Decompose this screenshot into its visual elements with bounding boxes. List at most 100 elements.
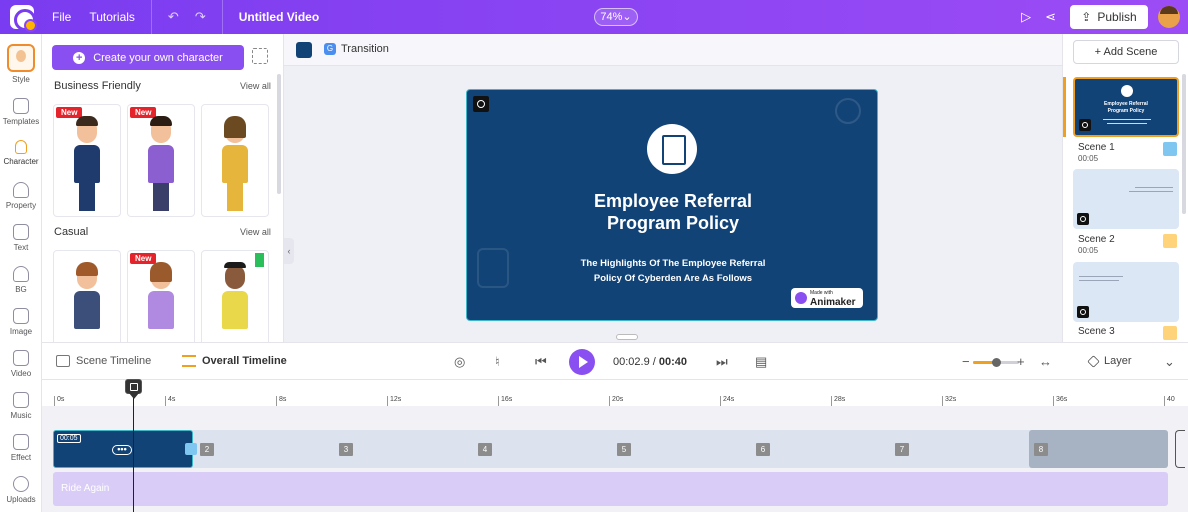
scene-number[interactable]: 7: [895, 443, 909, 456]
scene-timeline-icon: [56, 355, 70, 367]
scene-name[interactable]: Scene 2: [1078, 234, 1115, 245]
character-card[interactable]: New: [53, 104, 121, 217]
transition-marker[interactable]: [185, 443, 197, 455]
timeline-zoom-slider[interactable]: [973, 358, 1019, 367]
camera-icon: [1079, 119, 1091, 131]
preview-play-icon[interactable]: ▷: [1021, 9, 1031, 25]
more-options-icon[interactable]: •••: [112, 445, 132, 455]
image-icon: [13, 308, 29, 324]
time-display: 00:02.9 / 00:40: [613, 356, 687, 368]
user-avatar[interactable]: [1158, 6, 1180, 28]
fit-width-icon[interactable]: ↔: [1039, 354, 1052, 369]
camera-record-icon[interactable]: ◎: [454, 354, 465, 370]
scene-number[interactable]: 4: [478, 443, 492, 456]
zoom-knob[interactable]: [992, 358, 1001, 367]
timeline-ruler[interactable]: 0s 4s 8s 12s 16s 20s 24s 28s 32s 36s 40: [42, 380, 1188, 406]
scene-number[interactable]: 3: [339, 443, 353, 456]
skip-forward-icon[interactable]: ⏭: [716, 354, 728, 370]
transition-icon: G: [324, 43, 336, 55]
transition-button[interactable]: G Transition: [324, 43, 389, 55]
rail-item-property[interactable]: Property: [0, 182, 42, 210]
redo-icon[interactable]: ↷: [195, 9, 206, 25]
scenes-scrollbar[interactable]: [1182, 74, 1186, 214]
play-button[interactable]: [569, 349, 595, 375]
tutorials-menu[interactable]: Tutorials: [89, 10, 135, 24]
rail-item-style[interactable]: Style: [0, 44, 42, 84]
scene-8-block[interactable]: [1029, 430, 1168, 468]
rail-item-video[interactable]: Video: [0, 350, 42, 378]
project-title[interactable]: Untitled Video: [239, 10, 319, 24]
rail-label: Effect: [10, 453, 32, 462]
scene-stage[interactable]: Employee Referral Program Policy The Hig…: [466, 89, 878, 321]
rail-item-music[interactable]: Music: [0, 392, 42, 420]
publish-button[interactable]: ⇪ Publish: [1070, 5, 1148, 29]
collapse-panel-button[interactable]: ‹: [284, 238, 294, 264]
character-card[interactable]: [201, 250, 269, 342]
scene-transition-icon[interactable]: [1163, 326, 1177, 340]
panel-scrollbar[interactable]: [277, 74, 281, 194]
undo-icon[interactable]: ↶: [168, 9, 179, 25]
character-card[interactable]: [53, 250, 121, 342]
stage-subtitle[interactable]: The Highlights Of The Employee Referral …: [467, 256, 877, 286]
expand-icon[interactable]: [252, 48, 268, 64]
scene-number[interactable]: 5: [617, 443, 631, 456]
upload-icon: ⇪: [1081, 10, 1092, 24]
layer-button[interactable]: Layer: [1087, 354, 1132, 368]
music-track-label: Ride Again: [61, 483, 110, 494]
rail-item-effect[interactable]: Effect: [0, 434, 42, 462]
timeline-tracks: 00:05 ••• 2 3 4 5 6 7 8 Ride Again: [42, 406, 1188, 512]
scene-1-block[interactable]: 00:05 •••: [53, 430, 193, 468]
scene-name[interactable]: Scene 1: [1078, 142, 1115, 153]
rail-item-templates[interactable]: Templates: [0, 98, 42, 126]
tab-overall-timeline[interactable]: Overall Timeline: [182, 355, 287, 367]
view-all-casual[interactable]: View all: [240, 227, 271, 237]
bg-color-swatch[interactable]: [296, 42, 312, 58]
playhead-handle[interactable]: [125, 379, 142, 399]
zoom-out-icon[interactable]: −: [962, 354, 970, 369]
file-menu[interactable]: File: [52, 10, 71, 24]
zoom-in-icon[interactable]: +: [1017, 354, 1025, 369]
rail-item-bg[interactable]: BG: [0, 266, 42, 294]
bookmark-icon[interactable]: [255, 253, 264, 267]
camera-icon[interactable]: [473, 96, 489, 112]
camera-icon: [1077, 306, 1089, 318]
character-card[interactable]: New: [127, 104, 195, 217]
add-scene-button[interactable]: + Add Scene: [1073, 40, 1179, 64]
scene-transition-icon[interactable]: [1163, 142, 1177, 156]
scene-track[interactable]: [53, 430, 1168, 468]
skip-back-icon[interactable]: ⏮: [535, 354, 547, 370]
stage-title[interactable]: Employee Referral Program Policy: [467, 190, 877, 234]
rail-item-image[interactable]: Image: [0, 308, 42, 336]
scene-number[interactable]: 2: [200, 443, 214, 456]
microphone-icon[interactable]: ♮: [495, 354, 500, 370]
scene-thumbnail-3[interactable]: [1073, 262, 1179, 322]
scene-thumbnail-2[interactable]: [1073, 169, 1179, 229]
referral-document-icon: [647, 124, 697, 174]
uploads-icon: [13, 476, 29, 492]
rail-item-uploads[interactable]: Uploads: [0, 476, 42, 504]
music-icon: [13, 392, 29, 408]
total-time: 00:40: [658, 356, 688, 368]
character-card[interactable]: New: [127, 250, 195, 342]
share-icon[interactable]: ⋖: [1045, 9, 1056, 25]
rail-item-character[interactable]: Character: [0, 140, 42, 166]
tab-scene-timeline[interactable]: Scene Timeline: [56, 355, 151, 367]
scene-transition-icon[interactable]: [1163, 234, 1177, 248]
timeline-end-handle[interactable]: [1175, 430, 1185, 468]
rail-label: Music: [10, 411, 32, 420]
camera-icon: [1077, 213, 1089, 225]
resize-handle[interactable]: [616, 334, 638, 340]
rail-item-text[interactable]: Text: [0, 224, 42, 252]
scene-number[interactable]: 6: [756, 443, 770, 456]
scene-number[interactable]: 8: [1034, 443, 1048, 456]
zoom-dropdown[interactable]: 74%⌄: [594, 8, 638, 26]
music-track[interactable]: Ride Again: [53, 472, 1168, 506]
scene-name[interactable]: Scene 3: [1078, 326, 1115, 337]
create-character-button[interactable]: + Create your own character: [52, 45, 244, 70]
view-all-business[interactable]: View all: [240, 81, 271, 91]
collapse-timeline-icon[interactable]: ⌄: [1164, 354, 1175, 370]
animaker-logo[interactable]: [10, 5, 37, 32]
scene-thumbnail-1[interactable]: Employee Referral Program Policy: [1073, 77, 1179, 137]
subtitles-icon[interactable]: ▤: [755, 354, 767, 370]
character-card[interactable]: [201, 104, 269, 217]
